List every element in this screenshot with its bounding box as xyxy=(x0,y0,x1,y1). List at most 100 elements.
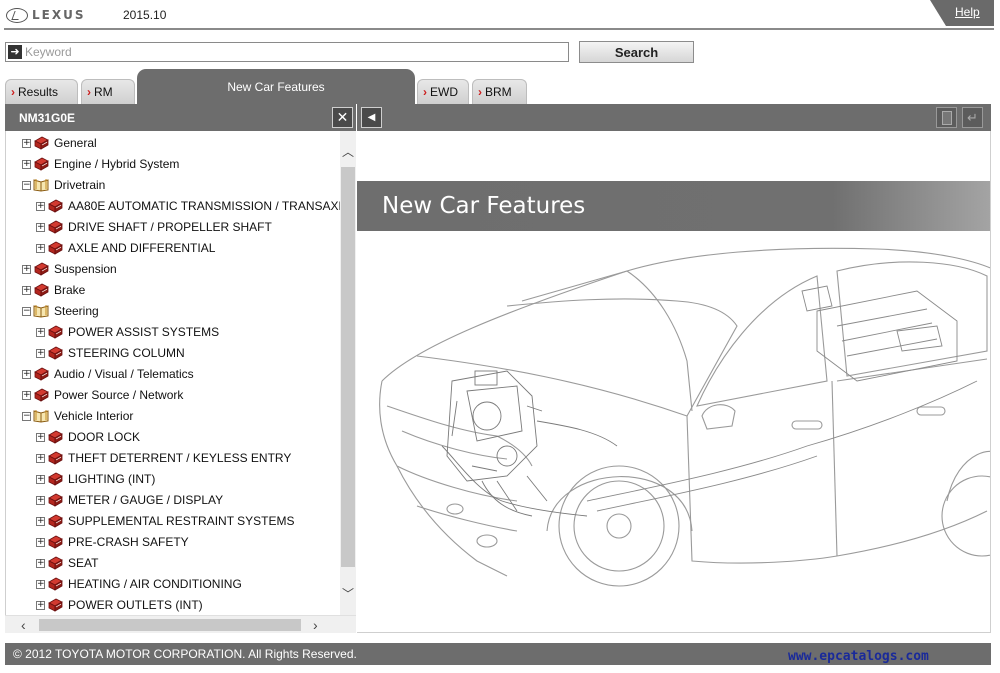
tree-item-label: AA80E AUTOMATIC TRANSMISSION / TRANSAXLE xyxy=(68,199,340,213)
expand-toggle-icon[interactable]: + xyxy=(22,159,31,169)
chevron-right-icon: › xyxy=(87,85,91,99)
open-book-icon xyxy=(33,179,49,192)
tree-item[interactable]: − Steering xyxy=(22,301,99,321)
tree-item-label: PRE-CRASH SAFETY xyxy=(68,535,189,549)
expand-toggle-icon[interactable]: + xyxy=(36,495,45,505)
search-button[interactable]: Search xyxy=(579,41,694,63)
tree-item[interactable]: − Vehicle Interior xyxy=(22,406,133,426)
expand-toggle-icon[interactable]: + xyxy=(36,222,45,232)
collapse-toggle-icon[interactable]: − xyxy=(22,180,31,190)
vertical-scroll-thumb[interactable] xyxy=(341,167,355,567)
scroll-right-icon[interactable]: › xyxy=(313,617,318,633)
tree-item[interactable]: + STEERING COLUMN xyxy=(36,343,185,363)
print-button[interactable] xyxy=(936,107,957,128)
tree-item[interactable]: + POWER OUTLETS (INT) xyxy=(36,595,203,615)
closed-book-icon xyxy=(48,535,63,549)
tab-label: EWD xyxy=(430,85,458,99)
tree-item[interactable]: + THEFT DETERRENT / KEYLESS ENTRY xyxy=(36,448,291,468)
tree-item[interactable]: + DRIVE SHAFT / PROPELLER SHAFT xyxy=(36,217,272,237)
tab-rm[interactable]: › RM xyxy=(81,79,135,104)
table-of-contents-tree: + General + Engine / Hybrid System − Drivetra… xyxy=(5,131,340,615)
tree-item[interactable]: + AA80E AUTOMATIC TRANSMISSION / TRANSAXL… xyxy=(36,196,340,216)
close-icon: ✕ xyxy=(336,109,349,125)
closed-book-icon xyxy=(48,514,63,528)
tree-item[interactable]: − Drivetrain xyxy=(22,175,105,195)
tree-item[interactable]: + PRE-CRASH SAFETY xyxy=(36,532,189,552)
tree-item[interactable]: + METER / GAUGE / DISPLAY xyxy=(36,490,223,510)
tree-item-label: SEAT xyxy=(68,556,99,570)
expand-toggle-icon[interactable]: + xyxy=(36,558,45,568)
horizontal-scroll-thumb[interactable] xyxy=(39,619,301,631)
expand-toggle-icon[interactable]: + xyxy=(36,432,45,442)
open-book-icon xyxy=(33,410,49,423)
scroll-up-icon[interactable]: ︿ xyxy=(340,143,356,159)
scroll-down-icon[interactable]: ﹀ xyxy=(340,585,356,601)
tab-new-car-features[interactable]: New Car Features xyxy=(137,69,415,104)
expand-toggle-icon[interactable]: + xyxy=(22,264,31,274)
expand-toggle-icon[interactable]: + xyxy=(36,348,45,358)
tab-results[interactable]: › Results xyxy=(5,79,78,104)
tree-item-label: METER / GAUGE / DISPLAY xyxy=(68,493,224,507)
tree-item-label: POWER OUTLETS (INT) xyxy=(68,598,203,612)
tab-brm[interactable]: › BRM xyxy=(472,79,527,104)
tree-item[interactable]: + AXLE AND DIFFERENTIAL xyxy=(36,238,215,258)
closed-book-icon xyxy=(48,577,63,591)
expand-toggle-icon[interactable]: + xyxy=(36,327,45,337)
collapse-panel-button[interactable]: ◀ xyxy=(361,107,382,128)
expand-toggle-icon[interactable]: + xyxy=(36,579,45,589)
closed-book-icon xyxy=(48,241,63,255)
close-tree-button[interactable]: ✕ xyxy=(332,107,353,128)
tree-vertical-scrollbar[interactable]: ︿ ﹀ xyxy=(340,131,356,615)
triangle-left-icon: ◀ xyxy=(367,112,376,123)
tree-item[interactable]: + Suspension xyxy=(22,259,117,279)
tree-item-label: STEERING COLUMN xyxy=(68,346,185,360)
content-title-bar: New Car Features xyxy=(357,181,990,231)
back-button[interactable]: ↵ xyxy=(962,107,983,128)
expand-toggle-icon[interactable]: + xyxy=(36,516,45,526)
expand-toggle-icon[interactable]: + xyxy=(36,201,45,211)
tree-header-bar: NM31G0E ✕ xyxy=(5,104,356,131)
lexus-emblem-icon xyxy=(6,7,28,23)
tree-item-label: HEATING / AIR CONDITIONING xyxy=(68,577,242,591)
tree-item[interactable]: + DOOR LOCK xyxy=(36,427,140,447)
tree-item[interactable]: + SUPPLEMENTAL RESTRAINT SYSTEMS xyxy=(36,511,295,531)
tree-item[interactable]: + LIGHTING (INT) xyxy=(36,469,155,489)
search-input[interactable] xyxy=(25,44,565,60)
closed-book-icon xyxy=(48,220,63,234)
tab-ewd[interactable]: › EWD xyxy=(417,79,469,104)
tab-label: New Car Features xyxy=(227,80,325,94)
tree-item[interactable]: + Engine / Hybrid System xyxy=(22,154,179,174)
tree-item[interactable]: + Audio / Visual / Telematics xyxy=(22,364,194,384)
copyright-text: © 2012 TOYOTA MOTOR CORPORATION. All Rig… xyxy=(13,647,357,661)
expand-toggle-icon[interactable]: + xyxy=(36,600,45,610)
scroll-left-icon[interactable]: ‹ xyxy=(21,617,26,633)
closed-book-icon xyxy=(48,493,63,507)
expand-toggle-icon[interactable]: + xyxy=(36,453,45,463)
expand-toggle-icon[interactable]: + xyxy=(22,285,31,295)
closed-book-icon xyxy=(34,283,49,297)
collapse-toggle-icon[interactable]: − xyxy=(22,411,31,421)
tree-item[interactable]: + POWER ASSIST SYSTEMS xyxy=(36,322,219,342)
expand-toggle-icon[interactable]: + xyxy=(22,138,31,148)
tree-item-label: General xyxy=(54,136,97,150)
tree-item-label: Audio / Visual / Telematics xyxy=(54,367,194,381)
tree-item-label: Vehicle Interior xyxy=(54,409,134,423)
tree-item-label: Engine / Hybrid System xyxy=(54,157,180,171)
expand-toggle-icon[interactable]: + xyxy=(36,537,45,547)
tree-item[interactable]: + HEATING / AIR CONDITIONING xyxy=(36,574,242,594)
tree-item[interactable]: + Brake xyxy=(22,280,85,300)
footer: © 2012 TOYOTA MOTOR CORPORATION. All Rig… xyxy=(5,643,991,665)
search-box[interactable]: ➜ xyxy=(5,42,569,62)
tree-horizontal-scrollbar[interactable]: ‹ › xyxy=(5,615,356,633)
open-book-icon xyxy=(33,305,49,318)
tree-item[interactable]: + Power Source / Network xyxy=(22,385,183,405)
tree-item[interactable]: + SEAT xyxy=(36,553,98,573)
tree-item[interactable]: + General xyxy=(22,133,97,153)
collapse-toggle-icon[interactable]: − xyxy=(22,306,31,316)
expand-toggle-icon[interactable]: + xyxy=(36,243,45,253)
expand-toggle-icon[interactable]: + xyxy=(22,390,31,400)
expand-toggle-icon[interactable]: + xyxy=(22,369,31,379)
tree-item-label: DRIVE SHAFT / PROPELLER SHAFT xyxy=(68,220,272,234)
expand-toggle-icon[interactable]: + xyxy=(36,474,45,484)
help-link[interactable]: Help xyxy=(955,5,980,19)
